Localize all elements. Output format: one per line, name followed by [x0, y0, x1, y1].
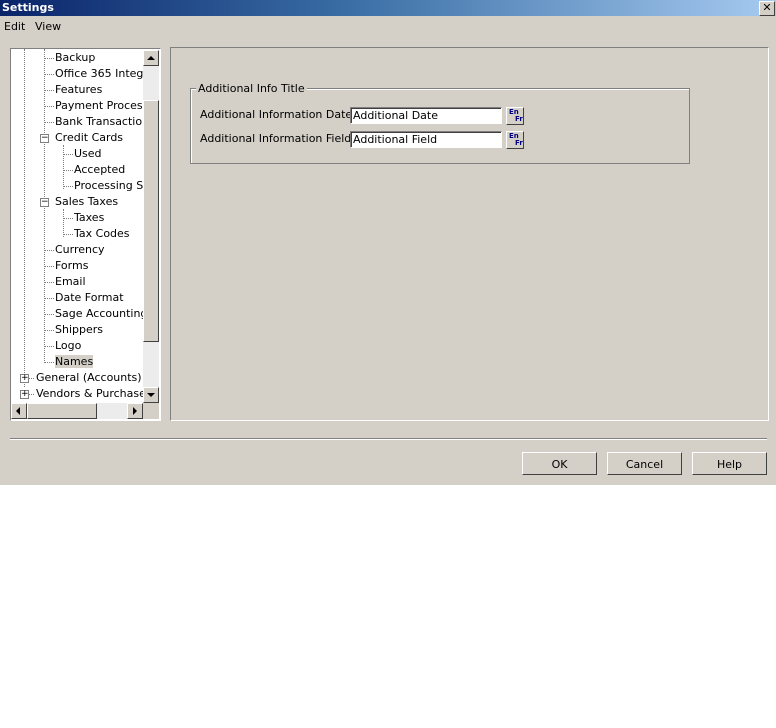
menu-bar: Edit View: [0, 17, 776, 37]
tree-item-taxes[interactable]: Taxes: [74, 210, 104, 226]
tree-item-names[interactable]: Names: [55, 354, 94, 370]
tree-vertical-scrollbar[interactable]: [143, 50, 159, 403]
tree-item-features[interactable]: Features: [55, 82, 102, 98]
tree-item-general-accounts[interactable]: General (Accounts): [36, 370, 142, 386]
arrow-left-icon: [16, 407, 20, 415]
title-bar[interactable]: Settings ✕: [0, 0, 776, 16]
tree-item-backup[interactable]: Backup: [55, 50, 95, 66]
group-title: Additional Info Title: [196, 82, 307, 95]
menu-view[interactable]: View: [35, 20, 61, 33]
vertical-scroll-thumb[interactable]: [143, 100, 159, 342]
arrow-up-icon: [147, 56, 155, 60]
window-title: Settings: [2, 1, 54, 14]
tree-item-tax-codes[interactable]: Tax Codes: [74, 226, 130, 242]
tree-line: [63, 186, 73, 187]
language-date-button[interactable]: En Fr: [506, 107, 524, 125]
menu-edit[interactable]: Edit: [4, 20, 25, 33]
tree-item-bank-transactions[interactable]: Bank Transactions: [55, 114, 155, 130]
arrow-right-icon: [133, 407, 137, 415]
scroll-right-button[interactable]: [127, 403, 143, 419]
tree-line: [63, 209, 64, 237]
tree-line: [44, 58, 54, 59]
scrollbar-corner: [143, 403, 159, 419]
additional-date-input[interactable]: [350, 107, 502, 124]
footer-separator: [10, 438, 767, 440]
scroll-up-button[interactable]: [143, 50, 159, 66]
tree-line: [44, 314, 54, 315]
settings-window: Settings ✕ Edit View Backup Office 365 I…: [0, 0, 776, 485]
tree-item-processing-settings[interactable]: Processing Se: [74, 178, 150, 194]
tree-line: [24, 49, 25, 387]
tree-line: [63, 234, 73, 235]
tree-item-logo[interactable]: Logo: [55, 338, 81, 354]
tree-line: [44, 122, 54, 123]
expand-vendors-icon[interactable]: +: [20, 390, 29, 399]
tree-item-accepted[interactable]: Accepted: [74, 162, 125, 178]
horizontal-scroll-thumb[interactable]: [27, 403, 97, 419]
tree-line: [44, 282, 54, 283]
language-fr-label: Fr: [515, 115, 523, 123]
additional-date-label: Additional Information Date:: [200, 108, 356, 121]
expand-general-icon[interactable]: +: [20, 374, 29, 383]
language-field-button[interactable]: En Fr: [506, 131, 524, 149]
ok-button[interactable]: OK: [522, 452, 597, 475]
tree-line: [44, 250, 54, 251]
cancel-button[interactable]: Cancel: [607, 452, 682, 475]
additional-field-input[interactable]: [350, 131, 502, 148]
tree-item-shippers[interactable]: Shippers: [55, 322, 103, 338]
close-button[interactable]: ✕: [759, 1, 775, 16]
additional-info-group: [190, 88, 690, 164]
tree-item-currency[interactable]: Currency: [55, 242, 105, 258]
additional-field-label: Additional Information Field:: [200, 132, 355, 145]
tree-line: [44, 90, 54, 91]
tree-line: [63, 218, 73, 219]
help-button[interactable]: Help: [692, 452, 767, 475]
close-icon: ✕: [762, 1, 772, 14]
tree-item-vendors-purchases[interactable]: Vendors & Purchases: [36, 386, 152, 402]
settings-tree[interactable]: Backup Office 365 Integrat Features Paym…: [10, 48, 161, 421]
language-fr-label: Fr: [515, 139, 523, 147]
tree-item-used[interactable]: Used: [74, 146, 102, 162]
tree-horizontal-scrollbar[interactable]: [11, 403, 143, 419]
tree-line: [63, 154, 73, 155]
tree-line: [63, 145, 64, 189]
tree-item-sales-taxes[interactable]: Sales Taxes: [55, 194, 118, 210]
tree-item-date-format[interactable]: Date Format: [55, 290, 124, 306]
tree-line: [44, 266, 54, 267]
tree-item-sage-accounting[interactable]: Sage Accounting I: [55, 306, 154, 322]
collapse-credit-cards-icon[interactable]: −: [40, 134, 49, 143]
tree-item-forms[interactable]: Forms: [55, 258, 88, 274]
tree-line: [44, 106, 54, 107]
tree-item-email[interactable]: Email: [55, 274, 86, 290]
tree-line: [44, 330, 54, 331]
tree-line: [44, 298, 54, 299]
tree-item-credit-cards[interactable]: Credit Cards: [55, 130, 123, 146]
tree-line: [44, 362, 54, 363]
collapse-sales-taxes-icon[interactable]: −: [40, 198, 49, 207]
scroll-down-button[interactable]: [143, 387, 159, 403]
tree-line: [44, 74, 54, 75]
scroll-left-button[interactable]: [11, 403, 27, 419]
arrow-down-icon: [147, 393, 155, 397]
tree-line: [44, 346, 54, 347]
tree-line: [63, 170, 73, 171]
